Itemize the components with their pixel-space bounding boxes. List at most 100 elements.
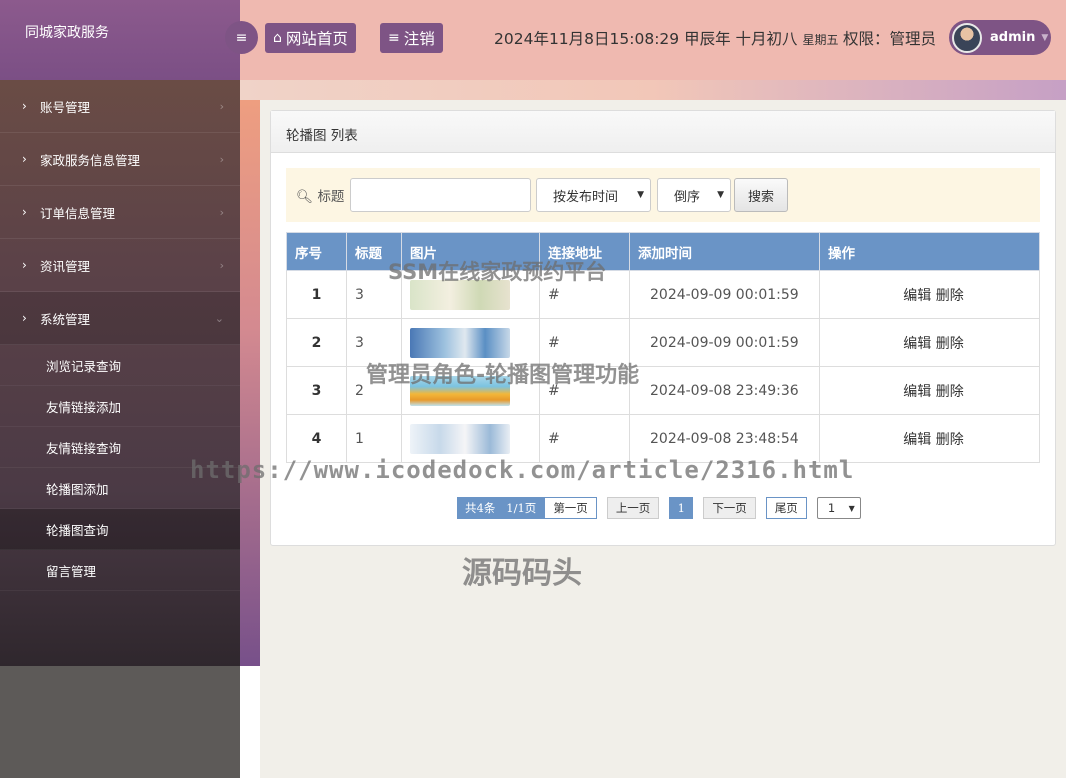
edit-link[interactable]: 编辑 — [903, 384, 931, 400]
username: admin — [990, 30, 1036, 45]
title-search-input[interactable] — [350, 178, 531, 212]
table-row: 3 2 # 2024-09-08 23:49:36 编辑 删除 — [286, 366, 1040, 415]
row-title: 1 — [346, 414, 402, 463]
weekday-text: 星期五 — [802, 33, 839, 47]
current-page[interactable]: 1 — [669, 497, 694, 519]
row-link[interactable]: # — [539, 270, 630, 319]
sidebar-item-service[interactable]: › 家政服务信息管理 › — [0, 133, 240, 186]
col-header[interactable]: 操作 — [819, 232, 1040, 271]
row-actions: 编辑 删除 — [819, 270, 1040, 319]
delete-link[interactable]: 删除 — [936, 288, 964, 304]
chevron-right-icon: › — [22, 205, 27, 219]
table-row: 2 3 # 2024-09-09 00:01:59 编辑 删除 — [286, 318, 1040, 367]
carousel-table: 序号 标题 图片 连接地址 添加时间 操作 1 3 # 2024-09-09 0… — [286, 232, 1040, 463]
sidebar-item-label: 账号管理 — [40, 99, 91, 115]
col-header[interactable]: 序号 — [286, 232, 347, 271]
panel-title: 轮播图 列表 — [271, 111, 1055, 153]
search-bar: 🔍︎ 标题 按发布时间 ▼ 倒序 ▼ 搜索 — [286, 168, 1040, 222]
search-button[interactable]: 搜索 — [734, 178, 788, 212]
top-header: ≡ ⌂ 网站首页 ≡ 注销 2024年11月8日15:08:29 甲辰年 十月初… — [225, 0, 1066, 80]
chevron-down-icon: ▼ — [637, 190, 644, 200]
col-header[interactable]: 图片 — [401, 232, 540, 271]
thumbnail-image[interactable] — [410, 327, 510, 358]
first-page-button[interactable]: 第一页 — [544, 497, 597, 519]
sidebar-item-system[interactable]: › 系统管理 ⌄ — [0, 292, 240, 345]
prev-page-button[interactable]: 上一页 — [606, 497, 660, 519]
datetime-display: 2024年11月8日15:08:29 甲辰年 十月初八 星期五 — [494, 27, 838, 49]
col-header[interactable]: 连接地址 — [539, 232, 630, 271]
col-header[interactable]: 添加时间 — [629, 232, 820, 271]
table-row: 1 3 # 2024-09-09 00:01:59 编辑 删除 — [286, 270, 1040, 319]
logout-button-label: 注销 — [403, 30, 435, 48]
sidebar-subitem-carousel-add[interactable]: 轮播图添加 — [0, 468, 240, 509]
edit-link[interactable]: 编辑 — [903, 336, 931, 352]
list-icon: ≡ — [388, 30, 400, 46]
sidebar-item-label: 资讯管理 — [40, 258, 91, 274]
edit-link[interactable]: 编辑 — [903, 432, 931, 448]
row-link[interactable]: # — [539, 366, 630, 415]
sidebar: 同城家政服务 › 账号管理 › › 家政服务信息管理 › › 订单信息管理 › … — [0, 0, 240, 778]
header-band — [240, 80, 1066, 100]
thumbnail-image[interactable] — [410, 423, 510, 454]
row-link[interactable]: # — [539, 414, 630, 463]
angle-right-icon: › — [219, 152, 224, 166]
row-title: 3 — [346, 318, 402, 367]
chevron-down-icon: ▼ — [848, 503, 855, 513]
permission-text: 权限：管理员 — [843, 30, 937, 48]
home-icon: ⌂ — [273, 30, 282, 46]
sidebar-item-label: 订单信息管理 — [40, 205, 116, 221]
logout-button[interactable]: ≡ 注销 — [380, 23, 443, 53]
sidebar-subitem-link-query[interactable]: 友情链接查询 — [0, 427, 240, 468]
page-select[interactable]: 1 ▼ — [816, 497, 861, 519]
row-index: 4 — [286, 414, 347, 463]
row-actions: 编辑 删除 — [819, 414, 1040, 463]
sidebar-subitem-messages[interactable]: 留言管理 — [0, 550, 240, 591]
sidebar-subitem-link-add[interactable]: 友情链接添加 — [0, 386, 240, 427]
sidebar-subitem-carousel-query[interactable]: 轮播图查询 — [0, 509, 240, 550]
home-button[interactable]: ⌂ 网站首页 — [265, 23, 356, 53]
chevron-right-icon: › — [22, 258, 27, 272]
sort-order-value: 倒序 — [674, 189, 701, 205]
next-page-button[interactable]: 下一页 — [703, 497, 756, 519]
col-header[interactable]: 标题 — [346, 232, 402, 271]
row-image — [401, 414, 540, 463]
delete-link[interactable]: 删除 — [936, 432, 964, 448]
sidebar-item-orders[interactable]: › 订单信息管理 › — [0, 186, 240, 239]
row-image — [401, 270, 540, 319]
caret-down-icon: ▼ — [1041, 32, 1049, 43]
row-title: 3 — [346, 270, 402, 319]
delete-link[interactable]: 删除 — [936, 384, 964, 400]
row-index: 1 — [286, 270, 347, 319]
datetime-text: 2024年11月8日15:08:29 甲辰年 十月初八 — [494, 30, 798, 48]
main-content: 轮播图 列表 🔍︎ 标题 按发布时间 ▼ 倒序 ▼ 搜索 序号 标题 图片 连接… — [260, 100, 1066, 778]
sort-order-select[interactable]: 倒序 ▼ — [657, 178, 731, 212]
user-menu[interactable]: admin ▼ — [949, 20, 1051, 55]
chevron-down-icon: ▼ — [717, 190, 724, 200]
thumbnail-image[interactable] — [410, 375, 510, 406]
row-image — [401, 366, 540, 415]
row-index: 2 — [286, 318, 347, 367]
angle-right-icon: › — [219, 99, 224, 113]
delete-link[interactable]: 删除 — [936, 336, 964, 352]
search-label-text: 标题 — [317, 189, 345, 205]
edit-link[interactable]: 编辑 — [903, 288, 931, 304]
row-link[interactable]: # — [539, 318, 630, 367]
last-page-button[interactable]: 尾页 — [765, 497, 807, 519]
search-label: 🔍︎ 标题 — [296, 185, 344, 205]
list-panel: 轮播图 列表 🔍︎ 标题 按发布时间 ▼ 倒序 ▼ 搜索 序号 标题 图片 连接… — [270, 110, 1056, 546]
angle-right-icon: › — [219, 258, 224, 272]
menu-toggle-icon[interactable]: ≡ — [225, 21, 258, 54]
sort-field-select[interactable]: 按发布时间 ▼ — [536, 178, 651, 212]
sort-field-value: 按发布时间 — [553, 189, 619, 205]
sidebar-item-news[interactable]: › 资讯管理 › — [0, 239, 240, 292]
search-icon: 🔍︎ — [296, 189, 314, 205]
thumbnail-image[interactable] — [410, 279, 510, 310]
row-title: 2 — [346, 366, 402, 415]
decor-strip-bottom — [240, 666, 260, 778]
row-time: 2024-09-09 00:01:59 — [629, 318, 820, 367]
sidebar-item-label: 家政服务信息管理 — [40, 152, 141, 168]
sidebar-item-account[interactable]: › 账号管理 › — [0, 80, 240, 133]
chevron-right-icon: › — [22, 152, 27, 166]
sidebar-subitem-browse-history[interactable]: 浏览记录查询 — [0, 345, 240, 386]
row-time: 2024-09-09 00:01:59 — [629, 270, 820, 319]
